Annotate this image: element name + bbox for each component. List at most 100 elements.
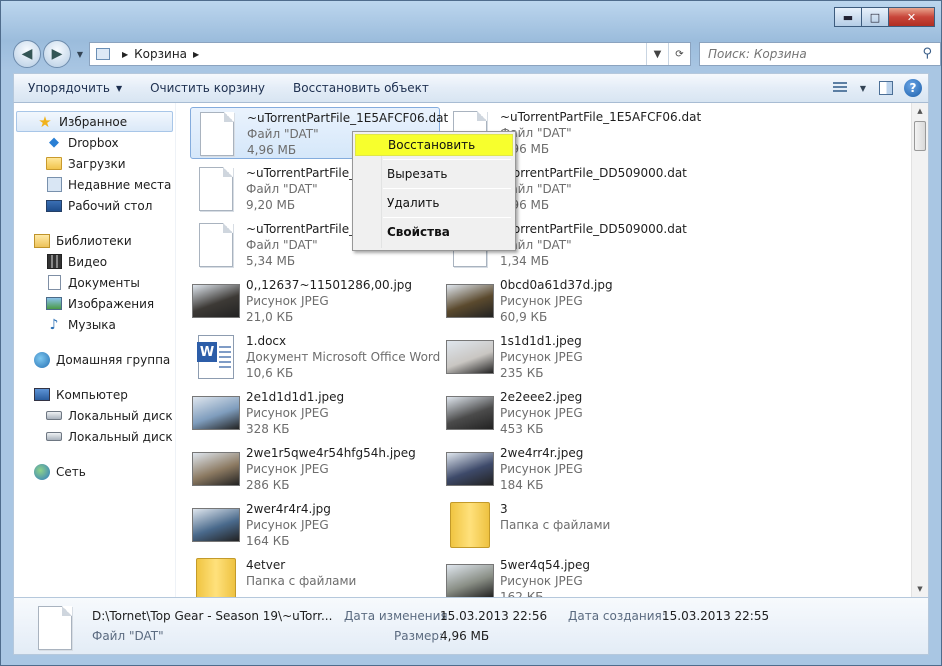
organize-button[interactable]: Упорядочить ▼ <box>14 74 136 102</box>
file-item[interactable]: 2e2eee2.jpeg Рисунок JPEG 453 КБ <box>444 387 694 439</box>
file-size: 60,9 КБ <box>500 310 548 324</box>
context-menu-properties[interactable]: Свойства <box>355 221 513 243</box>
sidebar-item-documents[interactable]: Документы <box>14 272 175 293</box>
detail-modified-value: 15.03.2013 22:56 <box>440 609 548 623</box>
file-item[interactable]: 0bcd0a61d37d.jpg Рисунок JPEG 60,9 КБ <box>444 275 694 327</box>
generic-file-icon <box>200 112 234 156</box>
address-bar[interactable]: ▶ Корзина ▶ ▼ ⟳ <box>89 42 691 66</box>
change-view-button[interactable] <box>830 78 850 98</box>
file-size: 1,34 МБ <box>500 254 550 268</box>
file-item[interactable]: 5wer4q54.jpeg Рисунок JPEG 162 КБ <box>444 555 694 597</box>
help-button[interactable]: ? <box>904 79 922 97</box>
file-item[interactable]: 2e1d1d1d1.jpeg Рисунок JPEG 328 КБ <box>190 387 440 439</box>
file-item[interactable]: 2we4rr4r.jpeg Рисунок JPEG 184 КБ <box>444 443 694 495</box>
context-menu-cut[interactable]: Вырезать <box>355 163 513 185</box>
file-name: 1s1d1d1.jpeg <box>500 334 582 348</box>
close-button[interactable]: ✕ <box>888 7 935 27</box>
explorer-window: ▬ □ ✕ ◀ ▶ ▼ ▶ Корзина ▶ ▼ ⟳ ⚲ Упорядочит… <box>0 0 942 666</box>
sidebar-item-local-disk-d[interactable]: Локальный диск (D <box>14 426 175 447</box>
breadcrumb-chevron-icon[interactable]: ▶ <box>193 50 199 59</box>
command-bar: Упорядочить ▼ Очистить корзину Восстанов… <box>13 73 929 103</box>
sidebar-item-label: Видео <box>68 254 108 269</box>
empty-recycle-bin-button[interactable]: Очистить корзину <box>136 74 279 102</box>
file-thumbnail <box>190 331 242 383</box>
refresh-icon[interactable]: ⟳ <box>668 43 690 65</box>
file-size: 4,96 МБ <box>500 198 550 212</box>
file-type: Рисунок JPEG <box>246 518 329 532</box>
preview-pane-button[interactable] <box>876 78 896 98</box>
sidebar-item-label: Локальный диск (C <box>68 408 175 423</box>
detail-created-value: 15.03.2013 22:55 <box>662 609 770 623</box>
detail-created-label: Дата создания: <box>568 609 666 623</box>
dropbox-icon: ◆ <box>49 135 59 150</box>
file-thumbnail <box>444 387 496 439</box>
file-item[interactable]: 1s1d1d1.jpeg Рисунок JPEG 235 КБ <box>444 331 694 383</box>
forward-button[interactable]: ▶ <box>43 40 71 68</box>
sidebar-item-libraries[interactable]: Библиотеки <box>14 230 175 251</box>
documents-library-icon <box>47 275 61 290</box>
minimize-button[interactable]: ▬ <box>834 7 862 27</box>
back-button[interactable]: ◀ <box>13 40 41 68</box>
scroll-up-icon[interactable]: ▲ <box>912 103 928 119</box>
sidebar-item-label: Загрузки <box>68 156 126 171</box>
restore-item-button[interactable]: Восстановить объект <box>279 74 443 102</box>
file-type: Файл "DAT" <box>500 182 572 196</box>
file-thumbnail <box>190 555 242 597</box>
sidebar-item-favorites[interactable]: ★ Избранное <box>16 111 173 132</box>
downloads-folder-icon <box>46 157 62 170</box>
file-size: 453 КБ <box>500 422 544 436</box>
search-input[interactable] <box>708 47 908 61</box>
file-thumbnail <box>444 275 496 327</box>
context-menu-delete[interactable]: Удалить <box>355 192 513 214</box>
sidebar-item-music[interactable]: ♪ Музыка <box>14 314 175 335</box>
image-thumbnail-icon <box>446 564 494 597</box>
file-item[interactable]: 1.docx Документ Microsoft Office Word 10,6… <box>190 331 440 383</box>
detail-path: D:\Tornet\Top Gear - Season 19\~uTorr... <box>92 609 333 623</box>
history-dropdown[interactable]: ▼ <box>73 50 87 59</box>
computer-icon <box>34 388 50 401</box>
search-box[interactable]: ⚲ <box>699 42 941 66</box>
vertical-scrollbar[interactable]: ▲ ▼ <box>911 103 928 597</box>
file-item[interactable]: 0,,12637~11501286,00.jpg Рисунок JPEG 21,0… <box>190 275 440 327</box>
folder-item[interactable]: 4etver Папка с файлами <box>190 555 440 597</box>
image-thumbnail-icon <box>446 452 494 486</box>
context-menu-restore[interactable]: Восстановить <box>355 134 513 156</box>
sidebar-item-dropbox[interactable]: ◆ Dropbox <box>14 132 175 153</box>
sidebar-item-downloads[interactable]: Загрузки <box>14 153 175 174</box>
search-icon[interactable]: ⚲ <box>922 46 932 61</box>
sidebar-item-computer[interactable]: Компьютер <box>14 384 175 405</box>
file-type: Папка с файлами <box>246 574 357 588</box>
view-options-dropdown[interactable]: ▼ <box>858 78 868 98</box>
maximize-button[interactable]: □ <box>861 7 889 27</box>
sidebar-item-local-disk-c[interactable]: Локальный диск (C <box>14 405 175 426</box>
sidebar-item-network[interactable]: Сеть <box>14 461 175 482</box>
file-thumbnail <box>190 219 242 271</box>
word-document-icon <box>197 335 234 379</box>
address-dropdown-icon[interactable]: ▼ <box>646 43 668 65</box>
file-thumbnail <box>444 331 496 383</box>
sidebar-item-pictures[interactable]: Изображения <box>14 293 175 314</box>
desktop-icon <box>46 199 62 212</box>
recent-places-icon <box>46 177 62 192</box>
sidebar-item-homegroup[interactable]: Домашняя группа <box>14 349 175 370</box>
scrollbar-thumb[interactable] <box>914 121 926 151</box>
file-item[interactable]: 2wer4r4r4.jpg Рисунок JPEG 164 КБ <box>190 499 440 551</box>
breadcrumb[interactable]: Корзина <box>134 47 187 61</box>
file-thumbnail <box>190 275 242 327</box>
sidebar-item-recent-places[interactable]: Недавние места <box>14 174 175 195</box>
navigation-bar: ◀ ▶ ▼ ▶ Корзина ▶ ▼ ⟳ ⚲ <box>13 39 941 69</box>
file-item[interactable]: 2we1r5qwe4r54hfg54h.jpeg Рисунок JPEG 286 … <box>190 443 440 495</box>
scroll-down-icon[interactable]: ▼ <box>912 581 928 597</box>
file-type: Рисунок JPEG <box>500 350 583 364</box>
folder-icon <box>450 502 490 548</box>
sidebar-item-label: Сеть <box>56 464 86 479</box>
file-name: 0bcd0a61d37d.jpg <box>500 278 613 292</box>
file-list: ~uTorrentPartFile_1E5AFCF06.dat Файл "DAT… <box>182 103 910 597</box>
detail-size-label: Размер: <box>394 629 444 643</box>
sidebar-item-desktop[interactable]: Рабочий стол <box>14 195 175 216</box>
detail-modified-label: Дата изменения: <box>344 609 452 623</box>
breadcrumb-chevron-icon[interactable]: ▶ <box>122 50 128 59</box>
folder-item[interactable]: 3 Папка с файлами <box>444 499 694 551</box>
sidebar-item-label: Изображения <box>68 296 155 311</box>
sidebar-item-video[interactable]: Видео <box>14 251 175 272</box>
